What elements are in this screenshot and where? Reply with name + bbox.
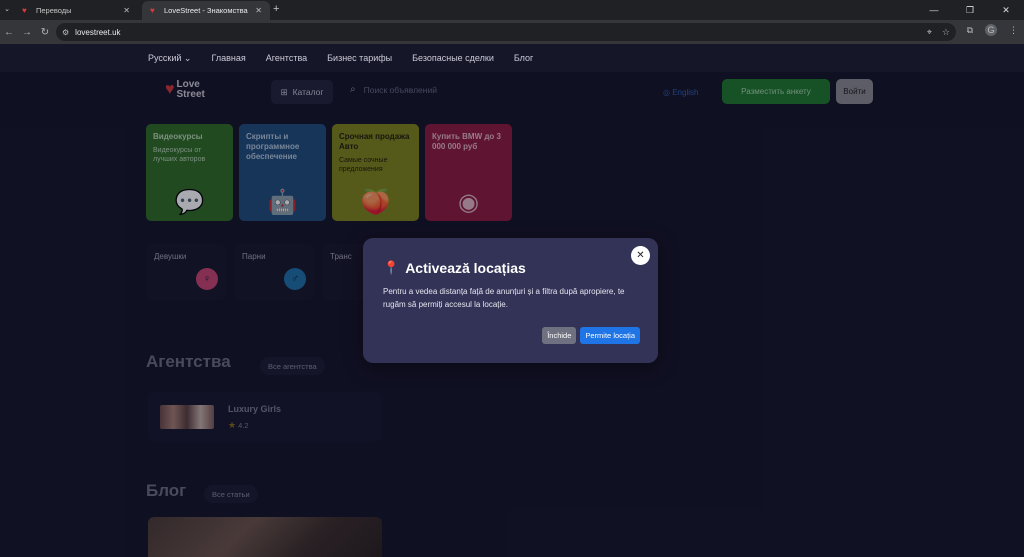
bookmark-star-icon[interactable]: ☆ (942, 27, 950, 38)
browser-toolbar: ← → ↻ ⚙ lovestreet.uk ⌖ ☆ ⧉ G ⋮ (0, 20, 1024, 44)
tab-close-icon[interactable]: ✕ (255, 6, 262, 15)
nav-agencies[interactable]: Агентства (266, 53, 307, 63)
forward-arrow-icon[interactable]: → (18, 27, 36, 38)
favicon-icon: ♥ (22, 6, 27, 15)
new-tab-plus-icon[interactable]: + (273, 3, 279, 15)
favicon-icon: ♥ (150, 6, 155, 15)
tab-title: LoveStreet - Знакомства для с (164, 6, 249, 15)
location-pin-icon[interactable]: ⌖ (927, 27, 932, 38)
tab-title: Переводы (36, 6, 72, 15)
tab-close-icon[interactable]: ✕ (123, 6, 130, 15)
url-text[interactable]: lovestreet.uk (75, 28, 917, 37)
chevron-down-icon: ⌄ (183, 52, 192, 63)
minimize-icon[interactable]: — (916, 0, 952, 20)
nav-home[interactable]: Главная (211, 53, 245, 63)
tab-search-icon[interactable]: ⌄ (2, 5, 12, 15)
tab-translations[interactable]: ♥ Переводы ✕ (14, 1, 138, 20)
maximize-icon[interactable]: ❐ (952, 0, 988, 20)
location-permission-modal: ✕ 📍 Activează locațias Pentru a vedea di… (363, 238, 658, 363)
browser-tab-strip: ⌄ ♥ Переводы ✕ ♥ LoveStreet - Знакомства… (0, 0, 1024, 20)
back-arrow-icon[interactable]: ← (0, 27, 18, 38)
nav-safe-deals[interactable]: Безопасные сделки (412, 53, 494, 63)
reload-icon[interactable]: ↻ (36, 27, 54, 38)
tab-lovestreet[interactable]: ♥ LoveStreet - Знакомства для с ✕ (142, 1, 270, 20)
modal-title: Activează locațias (405, 260, 526, 276)
allow-location-button[interactable]: Permite locația (580, 327, 640, 344)
modal-close-icon[interactable]: ✕ (631, 246, 650, 265)
modal-message: Pentru a vedea distanța față de anunțuri… (383, 287, 625, 309)
browser-menu-icon[interactable]: ⋮ (1009, 25, 1018, 36)
profile-avatar[interactable]: G (985, 24, 997, 36)
dismiss-button[interactable]: Închide (542, 327, 577, 344)
close-window-icon[interactable]: ✕ (988, 0, 1024, 20)
site-top-nav: Русский ⌄ Главная Агентства Бизнес тариф… (0, 44, 1024, 72)
pushpin-icon: 📍 (383, 260, 400, 275)
nav-business-plans[interactable]: Бизнес тарифы (327, 53, 392, 63)
window-controls: — ❐ ✕ (916, 0, 1024, 20)
language-selector[interactable]: Русский ⌄ (148, 53, 191, 64)
address-bar[interactable]: ⚙ lovestreet.uk ⌖ ☆ (56, 23, 956, 41)
nav-blog[interactable]: Блог (514, 53, 533, 63)
extensions-icon[interactable]: ⧉ (967, 25, 973, 36)
site-settings-icon[interactable]: ⚙ (62, 28, 69, 37)
